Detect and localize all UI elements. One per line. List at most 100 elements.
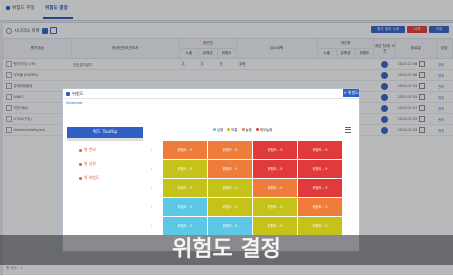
- video-caption: 위험도 결정: [172, 237, 281, 262]
- calendar-icon[interactable]: [419, 72, 426, 78]
- row-manager[interactable]: 관리: [436, 80, 453, 92]
- left-item[interactable]: 위 위험도: [79, 175, 99, 181]
- heatmap-cell[interactable]: 위험도 - 9: [163, 217, 207, 235]
- row-checkbox[interactable]: [5, 83, 12, 89]
- heatmap-cell[interactable]: 위험도 - 9: [208, 179, 252, 197]
- row-improve[interactable]: 교육: [238, 61, 247, 67]
- heatmap-cell[interactable]: 위험도 - 9: [208, 160, 252, 178]
- row-manager[interactable]: 관리: [436, 113, 453, 125]
- tab-label: 위험도 추정: [12, 6, 35, 11]
- heatmap-cell[interactable]: 위험도 - 9: [298, 198, 342, 216]
- save-button[interactable]: 저장: [429, 26, 449, 33]
- calendar-icon[interactable]: [419, 127, 426, 133]
- photo-icon[interactable]: [381, 93, 389, 101]
- calendar-icon[interactable]: [419, 83, 426, 89]
- left-panel-title: 위드 Tooltip: [67, 127, 143, 138]
- row-value[interactable]: 3: [181, 61, 186, 67]
- heatmap-cell[interactable]: 위험도 - 9: [163, 160, 207, 178]
- row-checkbox[interactable]: [5, 94, 12, 100]
- chevron-right-icon: ›: [151, 204, 153, 209]
- heatmap-cell[interactable]: 위험도 - 9: [163, 179, 207, 197]
- legend-item[interactable]: 매우높음: [255, 127, 273, 132]
- heatmap-cell[interactable]: 위험도 - 9: [253, 160, 297, 178]
- row-value[interactable]: 9: [219, 61, 224, 67]
- row-manager[interactable]: 관리: [436, 124, 453, 136]
- row-date[interactable]: 2023-07-04: [398, 84, 418, 88]
- row-target: OTSA(구입): [13, 117, 32, 121]
- tab-risk-decision[interactable]: 위험도 결정: [45, 5, 68, 11]
- row-date[interactable]: 2023-07-06: [398, 73, 418, 77]
- calendar-icon[interactable]: [419, 116, 426, 122]
- legend-item[interactable]: 보통: [227, 127, 238, 132]
- row-target: ILWEC: [13, 95, 24, 99]
- row-value[interactable]: 3: [200, 61, 205, 67]
- heatmap-cell[interactable]: 위험도 - 9: [298, 179, 342, 197]
- heatmap-cell[interactable]: 위험도 - 9: [253, 198, 297, 216]
- heatmap-cell[interactable]: 위험도 - 9: [163, 198, 207, 216]
- search-icon[interactable]: [6, 27, 12, 34]
- row-manager[interactable]: 관리: [436, 91, 453, 103]
- tab-risk-estimation[interactable]: 위험도 추정: [6, 5, 35, 11]
- photo-icon[interactable]: [381, 82, 389, 90]
- calendar-icon[interactable]: [419, 61, 426, 67]
- photo-icon[interactable]: [381, 104, 389, 112]
- heatmap-cell[interactable]: 위험도 - 9: [163, 141, 207, 159]
- row-checkbox[interactable]: [5, 116, 12, 122]
- row-checkbox[interactable]: [5, 72, 12, 78]
- heatmap-cell[interactable]: 위험도 - 9: [208, 141, 252, 159]
- calendar-icon[interactable]: [419, 94, 426, 100]
- legend-label: 매우높음: [259, 128, 273, 132]
- heatmap-cell[interactable]: 위험도 - 9: [298, 217, 342, 235]
- heatmap-row: › 위험도 - 9 위험도 - 9 위험도 - 9 위험도 - 9: [151, 217, 343, 236]
- col-manager: 담당: [435, 38, 453, 59]
- close-button[interactable]: × 위험도: [343, 89, 359, 97]
- row-manager[interactable]: 관리: [436, 102, 453, 114]
- row-target: 낙하물 (EXERD): [13, 73, 39, 77]
- view-toggle-icon[interactable]: [41, 27, 48, 34]
- modal-header: 위험도: [63, 89, 359, 99]
- delete-button[interactable]: 삭제: [407, 26, 427, 33]
- col-photo: 개선 전/후 사진: [373, 38, 397, 59]
- legend-item[interactable]: 낮음: [213, 127, 223, 132]
- heatmap-cell[interactable]: 위험도 - 9: [298, 141, 342, 159]
- legend-item[interactable]: 높음: [241, 127, 252, 132]
- photo-icon[interactable]: [381, 126, 389, 134]
- filter-label: 시나리오 목록: [14, 28, 40, 34]
- row-date[interactable]: 2023-07-05: [398, 95, 418, 99]
- photo-icon[interactable]: [381, 60, 389, 68]
- table-row[interactable]: 협착/끼임 (2M) 방호장치설치 3 3 9 교육 2023-07-06 관리: [3, 58, 453, 70]
- top-nav: 위험도 추정 위험도 결정: [0, 0, 453, 21]
- table-row[interactable]: 낙하물 (EXERD) 2023-07-06 관리: [3, 69, 453, 81]
- row-target: 유해위험물질: [13, 84, 33, 88]
- row-manager[interactable]: 관리: [436, 69, 453, 81]
- heatmap-row: › 위험도 - 9 위험도 - 9 위험도 - 9 위험도 - 9: [151, 160, 343, 179]
- heatmap-cell[interactable]: 위험도 - 9: [253, 141, 297, 159]
- heatmap-cell[interactable]: 위험도 - 9: [253, 179, 297, 197]
- left-item[interactable]: 위 상위: [79, 161, 96, 167]
- row-checkbox[interactable]: [5, 61, 12, 67]
- calendar-icon[interactable]: [419, 105, 426, 111]
- photo-icon[interactable]: [381, 115, 389, 123]
- heatmap-cell[interactable]: 위험도 - 9: [253, 217, 297, 235]
- heatmap-cell[interactable]: 위험도 - 9: [298, 160, 342, 178]
- grid-toggle-icon[interactable]: [49, 27, 57, 34]
- photo-icon[interactable]: [381, 71, 389, 79]
- menu-icon[interactable]: [345, 127, 351, 133]
- heatmap-cell[interactable]: 위험도 - 9: [208, 198, 252, 216]
- col-sub: 노출: [316, 48, 337, 59]
- edit-result-button[interactable]: 평가 결과 수정: [371, 26, 405, 33]
- row-date[interactable]: 2023-07-07: [398, 106, 418, 110]
- heatmap-cell[interactable]: 위험도 - 9: [208, 217, 252, 235]
- left-item[interactable]: 위 번외: [79, 147, 96, 153]
- grid-icon: [66, 91, 70, 96]
- row-manager[interactable]: 관리: [436, 58, 453, 70]
- row-date[interactable]: 2023-07-05: [398, 117, 418, 121]
- col-plan: 개선전: [178, 38, 237, 49]
- row-checkbox[interactable]: [5, 127, 12, 133]
- bullet-icon: [79, 162, 82, 166]
- left-item-label: 위 위험도: [84, 175, 100, 180]
- row-checkbox[interactable]: [5, 105, 12, 111]
- left-item-label: 위 상위: [84, 161, 96, 166]
- row-date[interactable]: 2023-07-06: [398, 62, 418, 66]
- row-date[interactable]: 2023-07-03: [398, 128, 418, 132]
